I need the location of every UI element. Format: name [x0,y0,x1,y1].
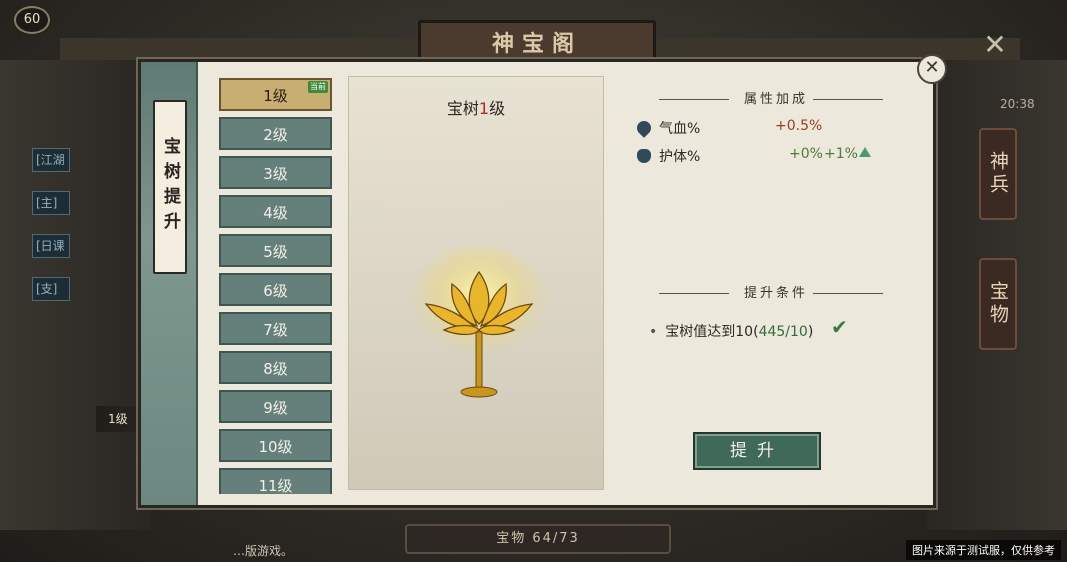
level-item[interactable]: 4级 [219,195,332,228]
attribute-section: 属性加成 气血% +0.5% 护体% +0% +1% [631,90,921,172]
level-item[interactable]: 11级 [219,468,332,494]
level-item[interactable]: 7级 [219,312,332,345]
condition-section-title: 提升条件 [631,284,921,304]
attribute-row-hp: 气血% +0.5% [631,116,921,144]
tree-preview-panel: 宝树1级 [348,76,604,490]
current-badge: 当前 [308,81,328,93]
watermark: 图片来源于测试服，仅供参考 [906,540,1061,560]
divine-weapon-button[interactable]: 神兵 [979,128,1017,220]
side-tab-strip: 宝树提升 [141,62,198,505]
upgrade-button[interactable]: 提升 [693,432,821,470]
close-icon[interactable]: ✕ [978,28,1012,62]
level-item[interactable]: 5级 [219,234,332,267]
tag-main[interactable]: [主] [32,191,70,215]
clock-text: 20:38 [1000,97,1035,111]
preview-title: 宝树1级 [446,99,506,118]
attribute-section-title: 属性加成 [631,90,921,110]
level-item[interactable]: 10级 [219,429,332,462]
player-level-badge[interactable]: 60 [14,6,50,34]
tag-jianghu[interactable]: [江湖 [32,148,70,172]
level-item[interactable]: 2级 [219,117,332,150]
arrow-up-icon [859,147,871,157]
treasure-button[interactable]: 宝物 [979,258,1017,350]
condition-item: • 宝树值达到10(445/10) [649,324,814,340]
checkmark-icon: ✔ [831,315,848,339]
tag-daily[interactable]: [日课 [32,234,70,258]
level-item[interactable]: 6级 [219,273,332,306]
treasure-tree-dialog: 宝树提升 1级 当前 2级 3级 4级 5级 6级 7级 8级 9级 10级 11… [138,54,947,508]
level-item[interactable]: 9级 [219,390,332,423]
tag-side[interactable]: [支] [32,277,70,301]
footer-text: …版游戏。 [233,544,294,558]
heart-icon [634,118,654,138]
tab-treasure-tree-upgrade[interactable]: 宝树提升 [153,100,187,274]
level-item[interactable]: 1级 当前 [219,78,332,111]
left-task-tags: [江湖 [主] [日课 [支] [32,148,70,320]
dialog-close-icon[interactable]: ✕ [917,54,947,84]
treasure-count-bar: 宝物 64/73 [405,524,671,554]
level-list[interactable]: 1级 当前 2级 3级 4级 5级 6级 7级 8级 9级 10级 11级 [219,78,332,494]
left-scene-panel [0,60,150,530]
shield-icon [637,149,651,163]
condition-section: 提升条件 [631,284,921,304]
level-item[interactable]: 3级 [219,156,332,189]
attribute-row-defense: 护体% +0% +1% [631,144,921,172]
golden-lotus-icon [407,245,551,398]
level-item[interactable]: 8级 [219,351,332,384]
